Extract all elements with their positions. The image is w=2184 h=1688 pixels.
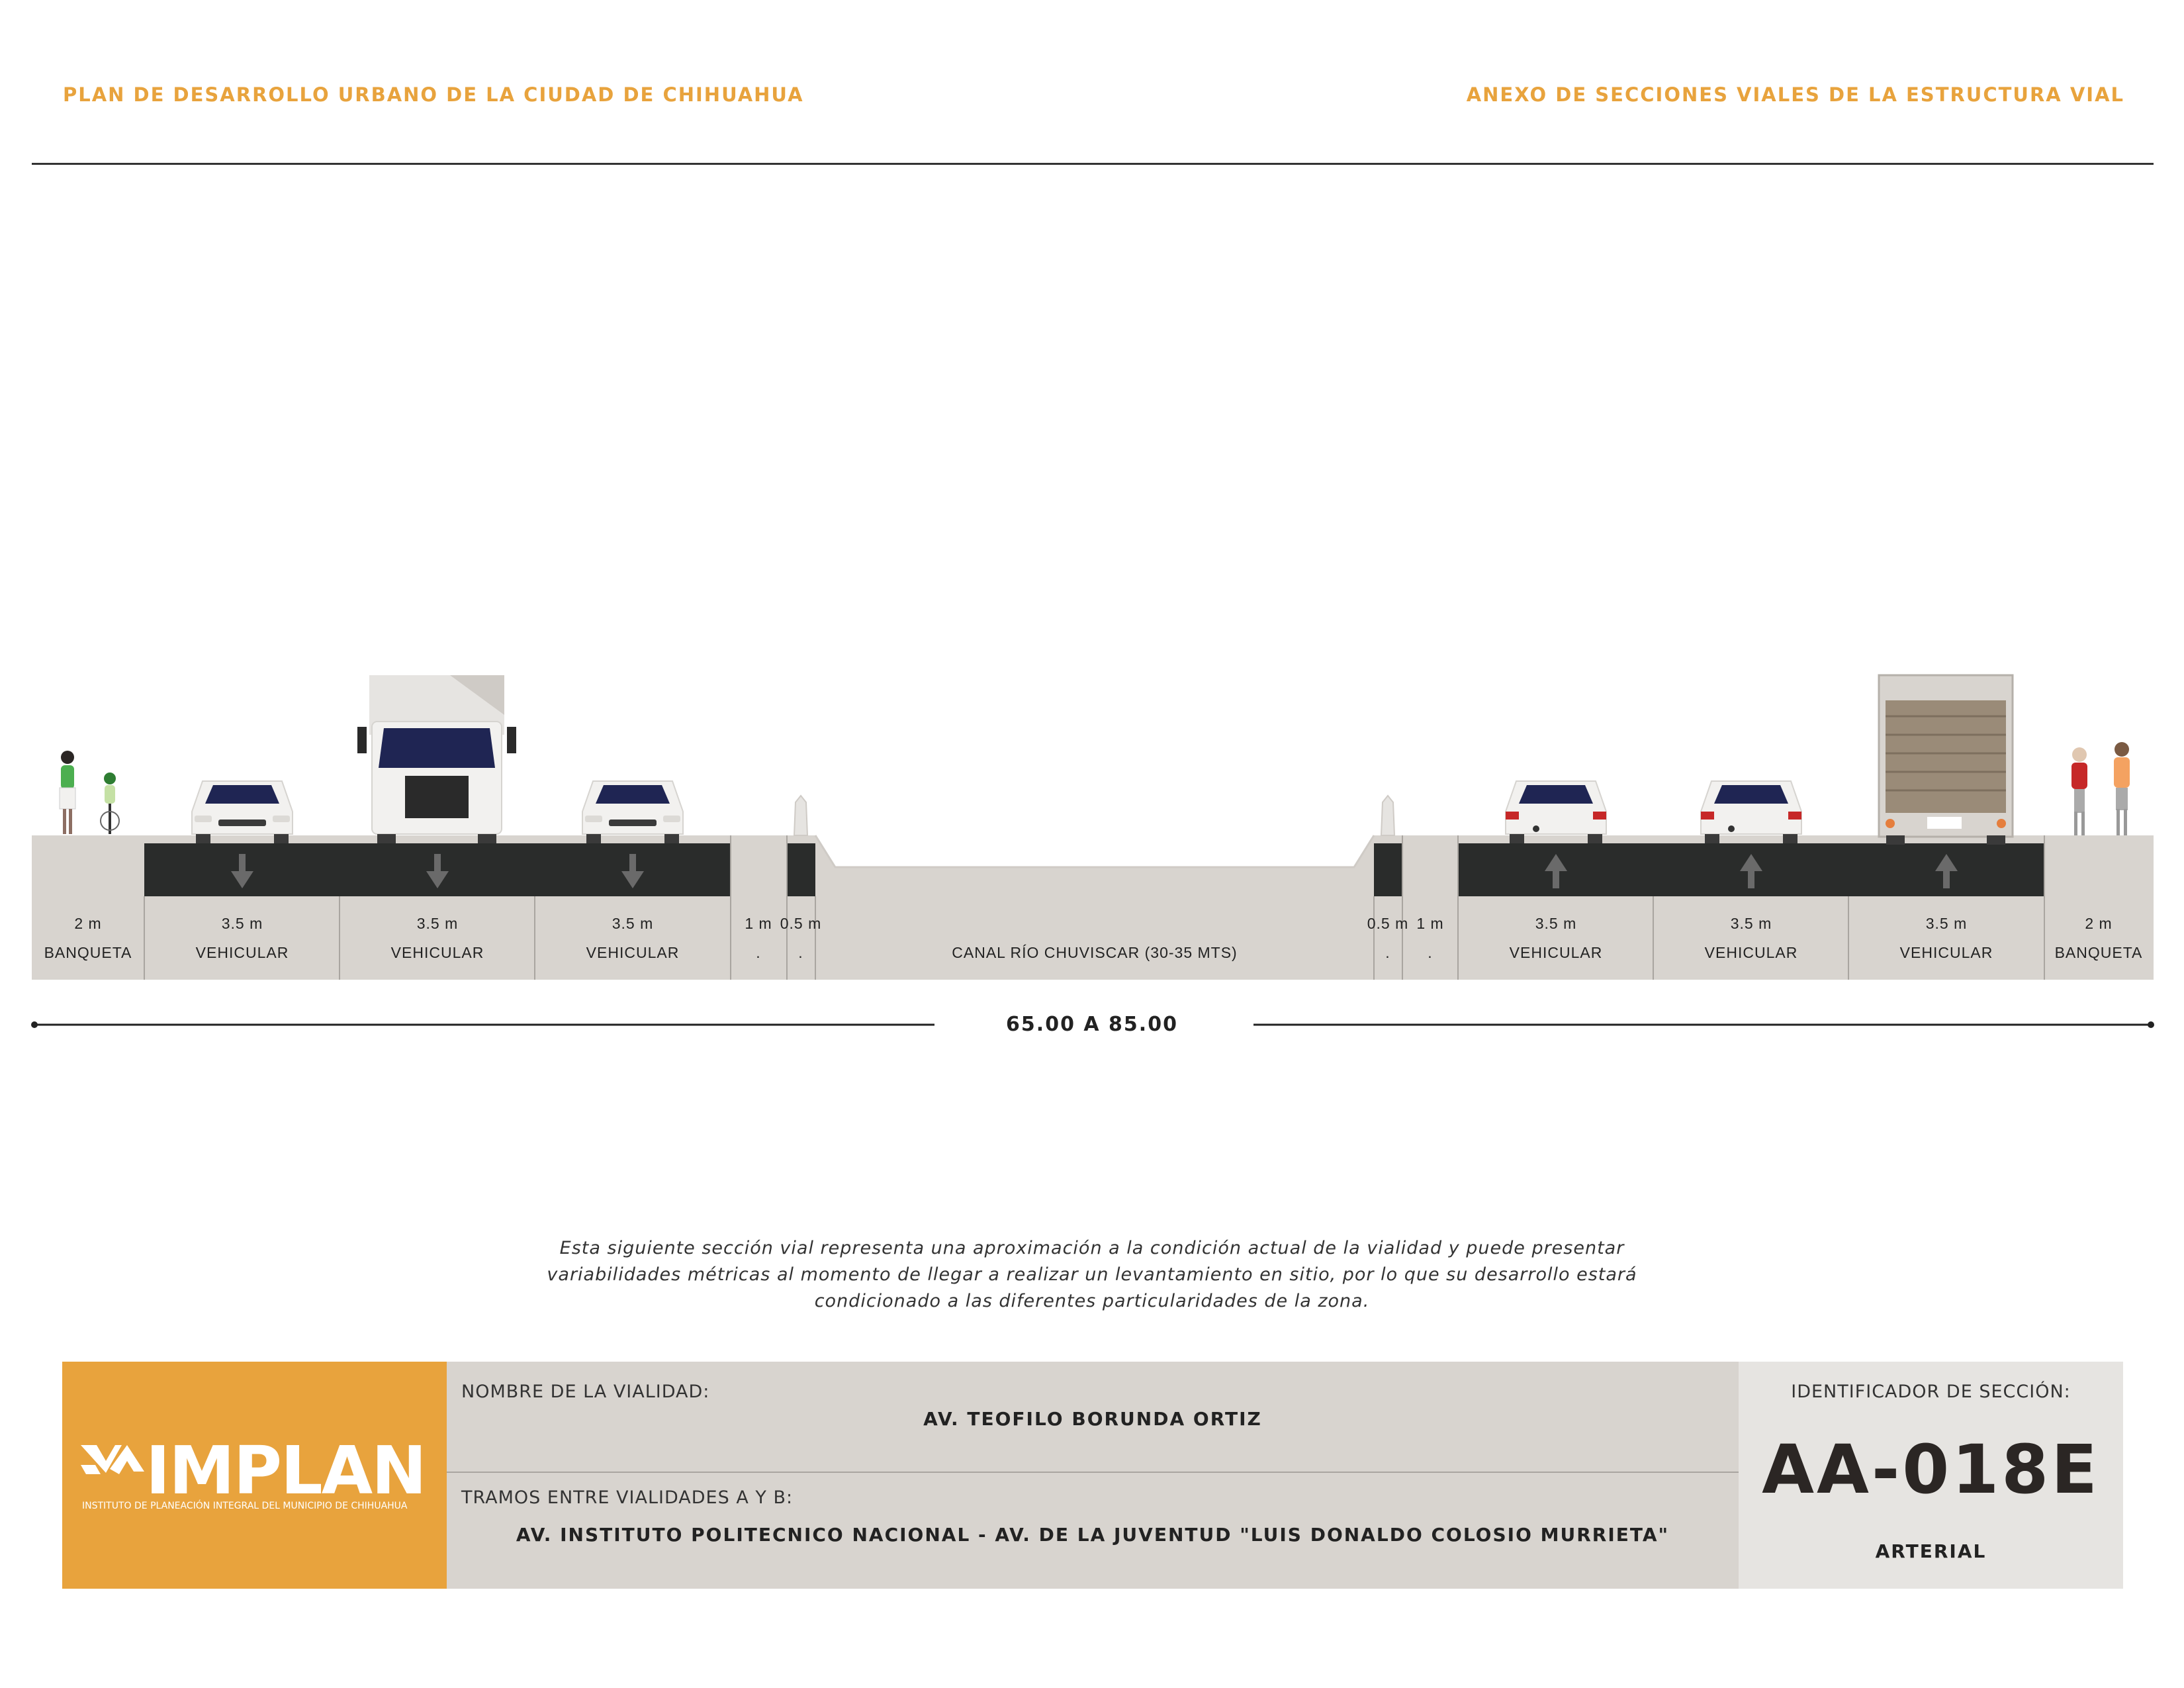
segment-width-label: 3.5 m xyxy=(1535,915,1577,932)
disclaimer-line: Esta siguiente sección vial representa u… xyxy=(559,1238,1625,1258)
truck-front-icon xyxy=(357,675,516,843)
info-divider xyxy=(447,1472,1739,1473)
cyclist-icon xyxy=(100,773,120,834)
logo-text: IMPLAN xyxy=(146,1432,427,1509)
pedestrian-icon xyxy=(59,751,76,834)
segment-width-label: 3.5 m xyxy=(1926,915,1968,932)
segment-width-label: 0.5 m xyxy=(780,915,822,932)
barrier-west xyxy=(793,794,809,836)
pedestrian-icon xyxy=(2071,747,2087,835)
segment-type-label: . xyxy=(1385,944,1390,961)
segment-type-label: BANQUETA xyxy=(2055,944,2143,961)
segment-width-label: 1 m xyxy=(745,915,772,932)
info-box: IMPLAN INSTITUTO DE PLANEACIÓN INTEGRAL … xyxy=(62,1362,2123,1589)
segment-type-label: BANQUETA xyxy=(44,944,132,961)
barrier-east xyxy=(1380,794,1396,836)
road-name-label: NOMBRE DE LA VIALIDAD: xyxy=(461,1382,710,1402)
disclaimer: Esta siguiente sección vial representa u… xyxy=(516,1235,1668,1315)
segment-type-label: VEHICULAR xyxy=(391,944,484,961)
road-info-panel: NOMBRE DE LA VIALIDAD: AV. TEOFILO BORUN… xyxy=(447,1362,1739,1589)
segment-width-label: 0.5 m xyxy=(1367,915,1409,932)
segment-type-label: VEHICULAR xyxy=(1510,944,1603,961)
canal-label: CANAL RÍO CHUVISCAR (30-35 MTS) xyxy=(952,944,1237,961)
road-cross-section: 2 m BANQUETA 3.5 m VEHICULAR 3.5 m VEHIC… xyxy=(31,674,2154,1028)
stretch-label: TRAMOS ENTRE VIALIDADES A Y B: xyxy=(461,1487,794,1508)
car-front-icon xyxy=(191,780,293,844)
asphalt-east-shoulder xyxy=(1374,843,1402,896)
segment-type-label: VEHICULAR xyxy=(1900,944,1993,961)
truck-back-icon xyxy=(1878,674,2014,845)
segment-type-label: VEHICULAR xyxy=(1705,944,1798,961)
segment-width-label: 2 m xyxy=(2085,915,2112,932)
section-id-panel: IDENTIFICADOR DE SECCIÓN: AA-018E ARTERI… xyxy=(1739,1362,2123,1589)
segment-type-label: VEHICULAR xyxy=(196,944,289,961)
segment-type-label: VEHICULAR xyxy=(586,944,680,961)
car-back-icon xyxy=(1505,780,1607,844)
segment-type-label: . xyxy=(1428,944,1432,961)
disclaimer-line: condicionado a las diferentes particular… xyxy=(814,1291,1370,1311)
car-front-icon xyxy=(582,780,684,844)
section-id: AA-018E xyxy=(1762,1430,2100,1509)
segment-width-label: 2 m xyxy=(74,915,101,932)
section-id-label: IDENTIFICADOR DE SECCIÓN: xyxy=(1791,1382,2071,1402)
disclaimer-line: variabilidades métricas al momento de ll… xyxy=(547,1264,1637,1285)
road-name: AV. TEOFILO BORUNDA ORTIZ xyxy=(923,1408,1262,1430)
segment-width-label: 3.5 m xyxy=(417,915,459,932)
total-width-label: 65.00 A 85.00 xyxy=(1006,1013,1178,1036)
segment-width-label: 3.5 m xyxy=(612,915,654,932)
segment-width-label: 1 m xyxy=(1416,915,1443,932)
pedestrian-icon xyxy=(2114,742,2130,835)
canal-channel xyxy=(815,835,1374,867)
logo-subtitle: INSTITUTO DE PLANEACIÓN INTEGRAL DEL MUN… xyxy=(82,1501,408,1511)
segment-type-label: . xyxy=(798,944,803,961)
road-type: ARTERIAL xyxy=(1875,1540,1987,1562)
stretch-value: AV. INSTITUTO POLITECNICO NACIONAL - AV.… xyxy=(516,1524,1670,1546)
implan-logo-icon xyxy=(81,1445,144,1474)
asphalt-west-shoulder xyxy=(787,843,815,896)
car-back-icon xyxy=(1700,780,1802,844)
segment-width-label: 3.5 m xyxy=(1731,915,1772,932)
segment-type-label: . xyxy=(756,944,760,961)
logo-panel: IMPLAN INSTITUTO DE PLANEACIÓN INTEGRAL … xyxy=(62,1362,447,1589)
segment-width-label: 3.5 m xyxy=(222,915,263,932)
